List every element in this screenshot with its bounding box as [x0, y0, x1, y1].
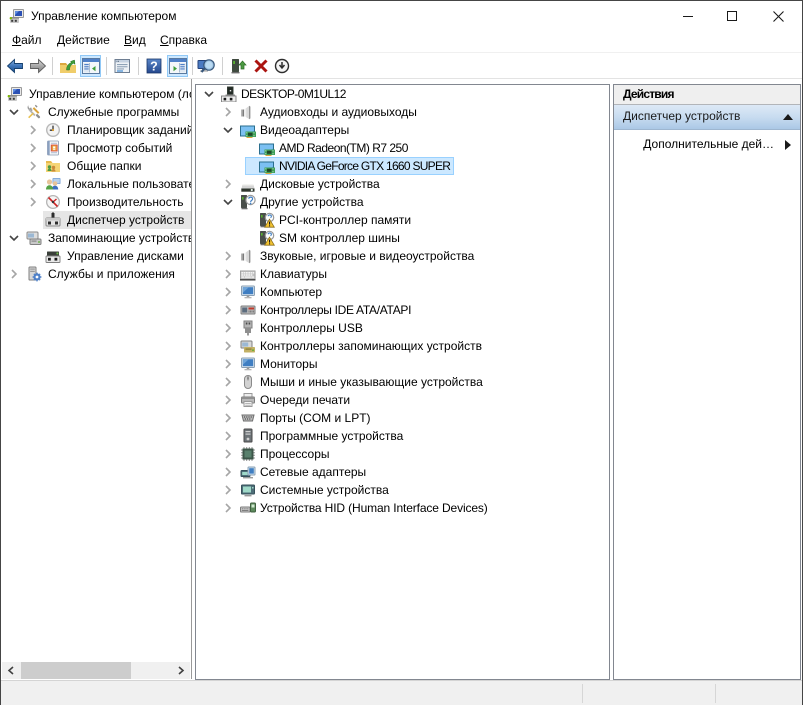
svg-text:?: ? — [150, 59, 158, 73]
